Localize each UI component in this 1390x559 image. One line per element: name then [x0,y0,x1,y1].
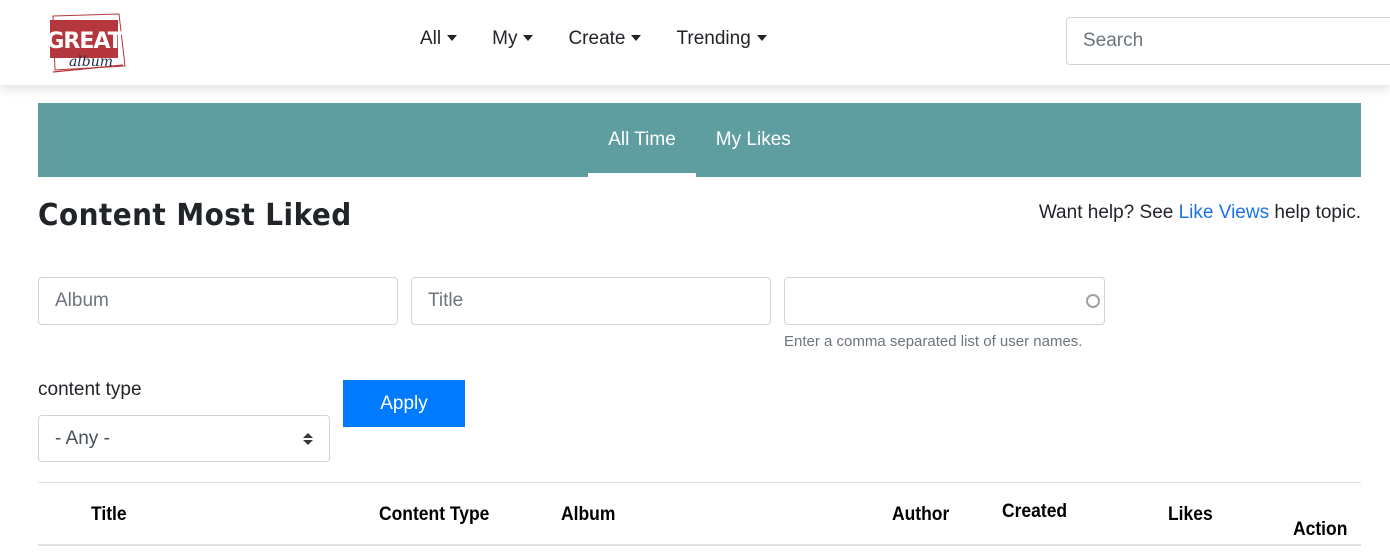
help-prefix: Want help? See [1038,202,1179,223]
tab-my-likes[interactable]: My Likes [696,103,811,177]
nav-all-label: All [420,28,442,49]
apply-button[interactable]: Apply [343,380,465,427]
column-header-created[interactable]: Created [1002,501,1067,523]
tab-all-time[interactable]: All Time [588,103,696,177]
select-arrows-icon [303,432,313,445]
caret-down-icon [631,35,642,41]
top-navbar: GREAT album All My Create Trending [0,0,1390,85]
page-title: Content Most Liked [38,198,352,233]
site-logo[interactable]: GREAT album [46,10,127,74]
content-type-selected: - Any - [55,427,110,449]
content-type-select[interactable]: - Any - [38,415,330,462]
caret-down-icon [447,35,458,41]
svg-text:album: album [69,54,113,70]
view-tabs: All Time My Likes [38,103,1361,177]
nav-create[interactable]: Create [568,28,642,50]
results-table-header: Title Content Type Album Author Created … [38,482,1361,546]
help-suffix: help topic. [1269,202,1361,223]
title-filter-input[interactable] [411,277,771,325]
search-input[interactable] [1066,17,1390,65]
column-header-author[interactable]: Author [892,504,949,526]
main-nav: All My Create Trending [420,26,802,52]
column-header-content-type[interactable]: Content Type [379,504,489,526]
nav-my-label: My [492,28,518,49]
nav-trending[interactable]: Trending [676,28,767,50]
column-header-likes[interactable]: Likes [1168,504,1213,526]
column-header-title[interactable]: Title [91,504,127,526]
caret-down-icon [523,35,534,41]
column-header-action: Action [1293,519,1348,540]
autocomplete-throbber-icon [1086,294,1100,308]
users-filter-input[interactable] [784,277,1105,325]
like-views-help-link[interactable]: Like Views [1179,202,1269,223]
nav-trending-label: Trending [676,28,751,49]
svg-text:GREAT: GREAT [47,29,123,54]
caret-down-icon [756,35,767,41]
content-type-label: content type [38,379,142,400]
help-text: Want help? See Like Views help topic. [1039,202,1361,224]
nav-all[interactable]: All [420,28,458,50]
album-filter-input[interactable] [38,277,398,325]
users-filter-help: Enter a comma separated list of user nam… [784,333,1083,350]
column-header-album[interactable]: Album [561,504,615,526]
nav-create-label: Create [568,28,626,49]
logo-graphic: GREAT album [46,13,126,73]
nav-my[interactable]: My [492,28,534,50]
